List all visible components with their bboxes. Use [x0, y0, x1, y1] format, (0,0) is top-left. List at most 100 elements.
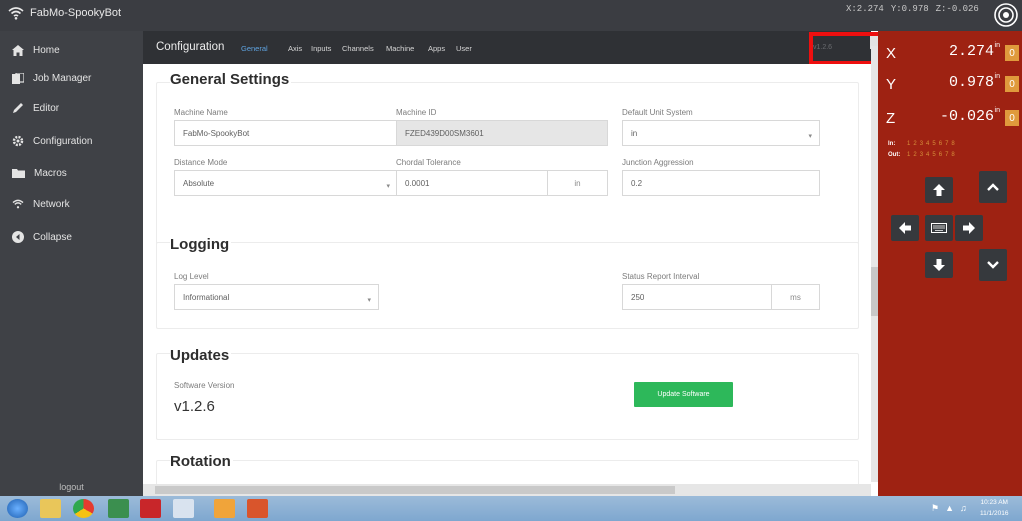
- sidebar-item-network[interactable]: Network: [0, 191, 143, 217]
- log-level-value: Informational: [183, 292, 230, 302]
- log-level-select[interactable]: Informational ▾: [174, 284, 379, 310]
- distance-mode-label: Distance Mode: [174, 158, 228, 167]
- inputs-label: In:: [888, 141, 896, 147]
- junction-aggression-input[interactable]: 0.2: [622, 170, 820, 196]
- jog-x-plus-button[interactable]: [955, 215, 983, 241]
- jog-x-minus-button[interactable]: [891, 215, 919, 241]
- chordal-unit: in: [547, 171, 607, 195]
- tab-apps[interactable]: Apps: [428, 44, 445, 53]
- jog-y-plus-button[interactable]: [925, 177, 953, 203]
- sidebar-item-label: Collapse: [33, 231, 72, 243]
- distance-mode-select[interactable]: Absolute ▾: [174, 170, 398, 196]
- vertical-scrollbar[interactable]: [871, 46, 878, 482]
- tab-axis[interactable]: Axis: [288, 44, 302, 53]
- sidebar-item-job-manager[interactable]: Job Manager: [0, 65, 143, 91]
- wifi-icon: [8, 7, 24, 20]
- sidebar-item-editor[interactable]: Editor: [0, 95, 143, 121]
- start-button[interactable]: [7, 499, 28, 518]
- axis-letter: Y: [886, 76, 897, 93]
- paint-icon[interactable]: [214, 499, 235, 518]
- status-interval-input[interactable]: 250 ms: [622, 284, 820, 310]
- jog-y-minus-button[interactable]: [925, 252, 953, 278]
- chevron-down-icon: ▾: [808, 133, 812, 140]
- io-indicator: 4: [926, 141, 930, 147]
- io-indicator: 8: [951, 152, 955, 158]
- arrow-left-icon: [899, 222, 911, 234]
- logout-link[interactable]: logout: [0, 482, 143, 496]
- config-tab-bar: Configuration General Axis Inputs Channe…: [143, 31, 878, 64]
- logging-section: Logging Log Level Informational ▾ Status …: [156, 236, 859, 329]
- arrow-up-icon: [933, 184, 945, 196]
- section-title: General Settings: [170, 71, 292, 88]
- app-brand[interactable]: FabMo-SpookyBot: [8, 6, 121, 20]
- jog-z-down-button[interactable]: [979, 249, 1007, 281]
- position-readout: X:2.274 Y:0.978 Z:-0.026: [846, 4, 986, 14]
- tab-general[interactable]: General: [241, 44, 268, 53]
- sidebar-item-collapse[interactable]: Collapse: [0, 224, 143, 250]
- sidebar-item-macros[interactable]: Macros: [0, 160, 143, 186]
- dro-toggle-icon[interactable]: [993, 2, 1019, 28]
- vertical-scroll-thumb[interactable]: [871, 267, 878, 316]
- axis-row-z: Z -0.026 in 0: [878, 105, 1022, 129]
- machine-id-value: FZED439D00SM3601: [405, 128, 484, 138]
- zero-x-button[interactable]: 0: [1005, 45, 1019, 61]
- flag-icon[interactable]: ⚑: [931, 503, 939, 514]
- machine-name-input[interactable]: FabMo-SpookyBot: [174, 120, 398, 146]
- document-icon[interactable]: [173, 499, 194, 518]
- section-title: Updates: [170, 347, 232, 364]
- machine-id-label: Machine ID: [396, 108, 437, 117]
- volume-icon[interactable]: ♫: [960, 503, 967, 514]
- io-indicator: 8: [951, 141, 955, 147]
- software-version-value: v1.2.6: [174, 398, 215, 415]
- clock-date: 11/1/2016: [980, 510, 1009, 517]
- chordal-tolerance-input[interactable]: 0.0001 in: [396, 170, 608, 196]
- network-icon[interactable]: ▲: [945, 503, 954, 514]
- sidebar-item-home[interactable]: Home: [0, 37, 143, 63]
- file-explorer-icon[interactable]: [40, 499, 61, 518]
- chevron-down-icon: ▾: [386, 183, 390, 190]
- powerpoint-icon[interactable]: [247, 499, 268, 518]
- folder-icon: [12, 169, 25, 178]
- unit-system-select[interactable]: in ▾: [622, 120, 820, 146]
- chrome-icon[interactable]: [73, 499, 94, 518]
- sidebar-item-label: Home: [33, 44, 60, 56]
- app-title: FabMo-SpookyBot: [30, 7, 122, 19]
- app-red-icon[interactable]: [140, 499, 161, 518]
- tab-user[interactable]: User: [456, 44, 472, 53]
- zero-z-button[interactable]: 0: [1005, 110, 1019, 126]
- jog-z-up-button[interactable]: [979, 171, 1007, 203]
- tab-machine[interactable]: Machine: [386, 44, 414, 53]
- io-indicator: 7: [945, 152, 949, 158]
- position-readout-x: X:2.274: [846, 4, 884, 14]
- section-title: Rotation: [170, 453, 233, 470]
- config-content: General Settings Machine Name FabMo-Spoo…: [143, 64, 871, 484]
- clock[interactable]: 10:23 AM 11/1/2016: [980, 497, 1008, 519]
- home-icon: [12, 44, 24, 56]
- axis-letter: X: [886, 45, 897, 62]
- section-title: Logging: [170, 236, 232, 253]
- junction-aggression-label: Junction Aggression: [622, 158, 694, 167]
- io-indicator: 3: [919, 152, 924, 158]
- dro-panel: X 2.274 in 0 Y 0.978 in 0 Z -0.026 in 0 …: [878, 31, 1022, 496]
- log-level-label: Log Level: [174, 272, 209, 281]
- sidebar-item-configuration[interactable]: Configuration: [0, 128, 143, 154]
- keyboard-toggle-button[interactable]: [925, 215, 953, 241]
- software-version-label: Software Version: [174, 381, 235, 390]
- io-indicator: 7: [945, 141, 949, 147]
- machine-name-value: FabMo-SpookyBot: [183, 128, 250, 138]
- position-readout-z: Z:-0.026: [935, 4, 979, 14]
- horizontal-scrollbar[interactable]: [143, 484, 871, 496]
- tab-channels[interactable]: Channels: [342, 44, 374, 53]
- axis-value: 2.274: [948, 43, 994, 60]
- chevron-down-icon: [987, 261, 999, 269]
- zero-y-button[interactable]: 0: [1005, 76, 1019, 92]
- arrow-down-icon: [933, 259, 945, 271]
- axis-unit: in: [994, 73, 1000, 80]
- pencil-icon: [13, 103, 23, 113]
- excel-icon[interactable]: [108, 499, 129, 518]
- update-software-button[interactable]: Update Software: [634, 382, 733, 407]
- page-title: Configuration: [156, 41, 225, 53]
- tab-inputs[interactable]: Inputs: [311, 44, 331, 53]
- keyboard-icon: [931, 223, 947, 233]
- horizontal-scroll-thumb[interactable]: [155, 486, 675, 494]
